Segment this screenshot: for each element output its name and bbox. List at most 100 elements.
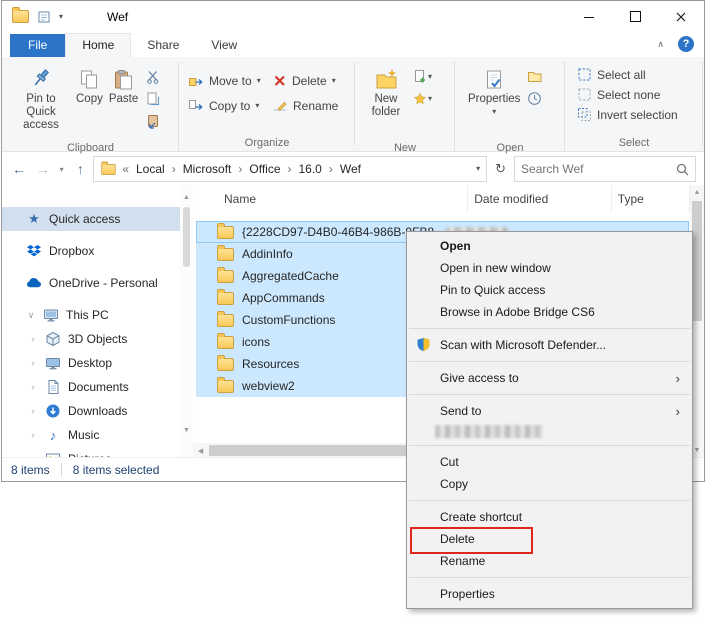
- scrollbar-thumb[interactable]: [183, 207, 190, 267]
- scroll-up-icon[interactable]: ▲: [690, 189, 704, 196]
- sidebar-item-music[interactable]: › ♪ Music: [2, 423, 180, 447]
- scrollbar-thumb[interactable]: [692, 201, 702, 321]
- tab-file[interactable]: File: [10, 34, 66, 57]
- forward-button[interactable]: →: [32, 161, 54, 177]
- menu-item-properties[interactable]: Properties: [407, 583, 692, 605]
- titlebar: ▾ Wef: [2, 1, 704, 32]
- menu-item-delete[interactable]: Delete: [407, 527, 692, 554]
- search-input[interactable]: [521, 162, 677, 176]
- breadcrumb[interactable]: « Local › Microsoft › Office › 16.0 › We…: [93, 156, 488, 182]
- easy-access-icon: [414, 92, 426, 104]
- menu-item-copy[interactable]: Copy: [407, 473, 692, 495]
- expand-closed-icon[interactable]: ›: [28, 406, 38, 416]
- qat-customize-dropdown-icon[interactable]: ▾: [59, 12, 63, 21]
- expand-closed-icon[interactable]: ›: [28, 334, 38, 344]
- sidebar-scrollbar[interactable]: ▲ ▼: [180, 185, 193, 458]
- file-name: CustomFunctions: [242, 313, 336, 327]
- breadcrumb-segment-office[interactable]: Office: [247, 162, 282, 176]
- select-none-button[interactable]: Select none: [577, 87, 703, 102]
- address-dropdown-icon[interactable]: ▾: [476, 165, 480, 173]
- breadcrumb-segment-16[interactable]: 16.0: [297, 162, 324, 176]
- dropbox-icon: [26, 243, 42, 259]
- open-item-icon[interactable]: [527, 68, 547, 85]
- close-button[interactable]: [658, 1, 704, 32]
- breadcrumb-segment-local[interactable]: Local: [134, 162, 167, 176]
- easy-access-button[interactable]: ▾: [413, 90, 433, 107]
- search-box[interactable]: [514, 156, 697, 182]
- sidebar-item-quick-access[interactable]: ★ Quick access: [2, 207, 180, 231]
- sidebar-item-documents[interactable]: › Documents: [2, 375, 180, 399]
- expand-closed-icon[interactable]: ›: [28, 382, 38, 392]
- scroll-left-icon[interactable]: ◀: [193, 443, 208, 458]
- tab-view[interactable]: View: [195, 34, 253, 57]
- history-icon[interactable]: [527, 90, 547, 107]
- submenu-arrow-icon: ›: [675, 370, 680, 386]
- sidebar-label: Dropbox: [49, 244, 95, 258]
- ribbon-group-organize: Move to ▾ Delete ▾ Copy to ▾ Rename Orga…: [179, 57, 355, 151]
- navigation-pane: ★ Quick access Dropbox OneDrive - Person…: [2, 185, 180, 458]
- sidebar-item-onedrive[interactable]: OneDrive - Personal: [2, 271, 180, 295]
- breadcrumb-overflow-icon[interactable]: «: [122, 162, 129, 176]
- menu-item-rename[interactable]: Rename: [407, 550, 692, 572]
- sidebar-item-3d-objects[interactable]: › 3D Objects: [2, 327, 180, 351]
- refresh-button[interactable]: ↻: [489, 161, 512, 177]
- invert-selection-button[interactable]: Invert selection: [577, 107, 703, 122]
- expand-open-icon[interactable]: ∨: [26, 310, 36, 321]
- recent-locations-icon[interactable]: ▾: [56, 165, 67, 174]
- item-count: 8 items: [11, 462, 50, 477]
- menu-item-open[interactable]: Open: [407, 235, 692, 257]
- menu-item-redacted[interactable]: [407, 422, 692, 440]
- cut-icon[interactable]: [145, 68, 165, 85]
- sidebar-item-downloads[interactable]: › Downloads: [2, 399, 180, 423]
- menu-item-create-shortcut[interactable]: Create shortcut: [407, 506, 692, 528]
- menu-item-cut[interactable]: Cut: [407, 451, 692, 473]
- column-header-date-modified[interactable]: Date modified: [468, 185, 612, 213]
- menu-item-give-access-to[interactable]: Give access to ›: [407, 367, 692, 389]
- paste-shortcut-icon[interactable]: [145, 112, 165, 129]
- easy-access-dropdown-icon: ▾: [428, 93, 433, 103]
- scroll-down-icon[interactable]: ▼: [180, 427, 193, 434]
- computer-icon: [43, 307, 59, 323]
- maximize-button[interactable]: [612, 1, 658, 32]
- qat-properties-icon[interactable]: [37, 10, 51, 24]
- new-item-button[interactable]: ▾: [413, 68, 433, 85]
- file-name: Resources: [242, 357, 300, 371]
- up-button[interactable]: ↑: [69, 161, 91, 177]
- menu-item-send-to[interactable]: Send to ›: [407, 400, 692, 422]
- move-to-dropdown-icon: ▾: [256, 75, 261, 85]
- copy-path-icon[interactable]: [145, 90, 165, 107]
- tab-home[interactable]: Home: [65, 33, 132, 57]
- breadcrumb-segment-microsoft[interactable]: Microsoft: [181, 162, 234, 176]
- column-header-name[interactable]: Name: [193, 185, 469, 213]
- cube-icon: [45, 331, 61, 347]
- copy-to-button[interactable]: Copy to ▾: [188, 93, 268, 118]
- menu-item-scan-with-defender[interactable]: Scan with Microsoft Defender...: [407, 334, 692, 356]
- breadcrumb-segment-wef[interactable]: Wef: [338, 162, 363, 176]
- scroll-up-icon[interactable]: ▲: [180, 194, 193, 201]
- menu-item-open-in-new-window[interactable]: Open in new window: [407, 257, 692, 279]
- collapse-ribbon-icon[interactable]: ∧: [657, 39, 664, 50]
- sidebar-item-dropbox[interactable]: Dropbox: [2, 239, 180, 263]
- rename-button[interactable]: Rename: [272, 93, 351, 118]
- select-all-button[interactable]: Select all: [577, 67, 703, 82]
- tab-share[interactable]: Share: [131, 34, 195, 57]
- address-folder-icon: [101, 160, 117, 175]
- help-icon[interactable]: ?: [678, 36, 694, 52]
- folder-icon: [217, 222, 234, 239]
- menu-item-browse-in-adobe-bridge[interactable]: Browse in Adobe Bridge CS6: [407, 301, 692, 323]
- sidebar-item-desktop[interactable]: › Desktop: [2, 351, 180, 375]
- back-button[interactable]: ←: [8, 161, 30, 177]
- delete-button[interactable]: Delete ▾: [272, 68, 351, 93]
- folder-icon: [217, 376, 234, 393]
- minimize-button[interactable]: [566, 1, 612, 32]
- folder-icon: [217, 354, 234, 371]
- clipboard-group-label: Clipboard: [66, 142, 115, 154]
- sidebar-item-this-pc[interactable]: ∨ This PC: [2, 303, 180, 327]
- move-to-button[interactable]: Move to ▾: [188, 68, 268, 93]
- column-header-type[interactable]: Type: [612, 185, 690, 213]
- expand-closed-icon[interactable]: ›: [28, 430, 38, 440]
- monitor-icon: [45, 355, 61, 371]
- expand-closed-icon[interactable]: ›: [28, 358, 38, 368]
- menu-item-pin-to-quick-access[interactable]: Pin to Quick access: [407, 279, 692, 301]
- folder-icon: [217, 244, 234, 261]
